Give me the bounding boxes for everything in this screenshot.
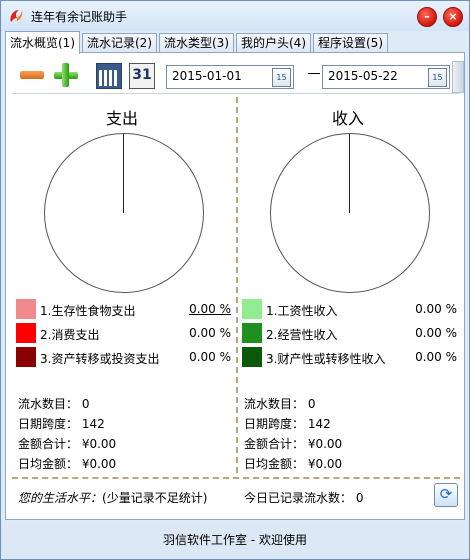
footer-divider (12, 477, 460, 479)
legend-swatch (242, 299, 262, 319)
legend-label: 1.工资性收入 (266, 304, 338, 318)
legend-label: 2.消费支出 (40, 328, 100, 342)
income-legend-item: 1.工资性收入 0.00 % (242, 299, 457, 319)
refresh-icon: ⟳ (439, 485, 453, 503)
today-record-count: 今日已记录流水数： 0 (244, 491, 364, 505)
legend-swatch (242, 323, 262, 343)
expense-date-span: 日期跨度： 142 (18, 417, 105, 431)
income-legend-item: 3.财产性或转移性收入 0.00 % (242, 347, 457, 367)
legend-label: 3.资产转移或投资支出 (40, 352, 160, 366)
legend-swatch (16, 299, 36, 319)
section-divider (236, 97, 238, 473)
tab-settings[interactable]: 程序设置(5) (313, 33, 388, 53)
income-pie-chart (270, 133, 430, 293)
legend-percent: 0.00 % (189, 350, 231, 364)
minus-icon[interactable] (20, 71, 44, 79)
living-level: 您的生活水平：(少量记录不足统计) (18, 489, 207, 506)
income-legend-item: 2.经营性收入 0.00 % (242, 323, 457, 343)
end-date-picker-icon[interactable]: 15 (428, 68, 447, 87)
legend-percent: 0.00 % (415, 350, 457, 364)
overview-panel: 31 2015-01-01 15 2015-05-22 15 支出 1.生存性食… (5, 52, 465, 520)
tab-types[interactable]: 流水类型(3) (159, 33, 234, 53)
status-bar: 羽信软件工作室 - 欢迎使用 (1, 521, 469, 559)
tab-records[interactable]: 流水记录(2) (82, 33, 157, 53)
expense-total: 金额合计： ¥0.00 (18, 437, 117, 451)
calendar-day-icon[interactable]: 31 (129, 63, 155, 89)
start-date-value: 2015-01-01 (172, 69, 242, 83)
window-title: 连年有余记账助手 (31, 10, 128, 24)
living-level-label: 您的生活水平： (18, 491, 103, 505)
expense-pie-radius (123, 134, 124, 213)
close-button[interactable]: × (443, 7, 463, 27)
toolbar: 31 2015-01-01 15 2015-05-22 15 (12, 59, 452, 91)
expense-legend-item: 1.生存性食物支出 0.00 % (16, 299, 231, 319)
date-range-separator (308, 73, 320, 74)
minimize-icon: – (424, 10, 430, 23)
income-count: 流水数目： 0 (244, 397, 316, 411)
minimize-button[interactable]: – (417, 7, 437, 27)
income-total: 金额合计： ¥0.00 (244, 437, 343, 451)
living-level-value: (少量记录不足统计) (102, 491, 208, 505)
legend-label: 1.生存性食物支出 (40, 304, 136, 318)
income-title: 收入 (332, 109, 365, 128)
end-date-value: 2015-05-22 (328, 69, 398, 83)
expense-legend-item: 2.消费支出 0.00 % (16, 323, 231, 343)
close-icon: × (448, 10, 458, 23)
legend-swatch (16, 347, 36, 367)
expense-legend-item: 3.资产转移或投资支出 0.00 % (16, 347, 231, 367)
legend-label: 3.财产性或转移性收入 (266, 352, 386, 366)
legend-percent: 0.00 % (415, 326, 457, 340)
expense-daily-average: 日均金额： ¥0.00 (18, 457, 117, 471)
title-bar[interactable]: 连年有余记账助手 – × (1, 1, 469, 31)
income-pie-radius (349, 134, 350, 213)
income-date-span: 日期跨度： 142 (244, 417, 331, 431)
legend-swatch (242, 347, 262, 367)
plus-icon[interactable] (54, 63, 78, 87)
toolbar-divider (12, 93, 460, 94)
start-date-field[interactable]: 2015-01-01 15 (166, 65, 294, 89)
legend-percent: 0.00 % (189, 326, 231, 340)
toolbar-scroll-handle[interactable] (452, 61, 464, 93)
tab-accounts[interactable]: 我的户头(4) (236, 33, 311, 53)
start-date-picker-icon[interactable]: 15 (272, 68, 291, 87)
app-logo-icon (10, 10, 23, 22)
legend-percent: 0.00 % (189, 302, 231, 316)
legend-label: 2.经营性收入 (266, 328, 338, 342)
expense-title: 支出 (106, 109, 139, 128)
tab-overview[interactable]: 流水概览(1) (5, 31, 80, 54)
income-daily-average: 日均金额： ¥0.00 (244, 457, 343, 471)
app-window: 连年有余记账助手 – × 流水概览(1) 流水记录(2) 流水类型(3) 我的户… (0, 0, 470, 560)
end-date-field[interactable]: 2015-05-22 15 (322, 65, 450, 89)
expense-count: 流水数目： 0 (18, 397, 90, 411)
refresh-button[interactable]: ⟳ (434, 483, 458, 507)
legend-percent: 0.00 % (415, 302, 457, 316)
legend-swatch (16, 323, 36, 343)
calendar-month-icon[interactable] (96, 63, 122, 89)
expense-pie-chart (44, 133, 204, 293)
